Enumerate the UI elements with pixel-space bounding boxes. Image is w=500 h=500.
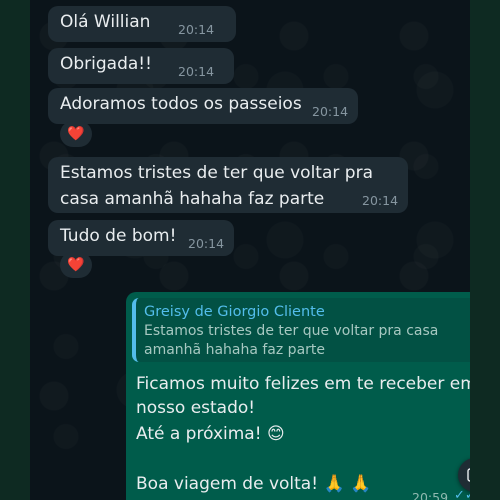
message-time: 20:14 bbox=[362, 193, 399, 208]
reaction-badge[interactable]: ❤️ bbox=[60, 252, 92, 278]
reaction-badge[interactable]: ❤️ bbox=[60, 121, 92, 147]
message-text: Tudo de bom! bbox=[60, 226, 177, 246]
quoted-text: Estamos tristes de ter que voltar pra ca… bbox=[144, 323, 439, 358]
message-text: Olá Willian bbox=[60, 12, 151, 32]
message-bubble[interactable]: Estamos tristes de ter que voltar pra ca… bbox=[48, 157, 408, 213]
quoted-author: Greisy de Giorgio Cliente bbox=[144, 304, 325, 320]
message-bubble[interactable]: Tudo de bom! 20:14 bbox=[48, 220, 234, 256]
message-time: 20:14 bbox=[312, 104, 349, 119]
chat-area: Olá Willian 20:14 Obrigada!! 20:14 Adora… bbox=[30, 0, 470, 500]
message-text: Adoramos todos os passeios bbox=[60, 94, 302, 114]
reply-line: nosso estado! bbox=[136, 398, 256, 418]
message-time: 20:59 bbox=[412, 490, 449, 500]
message-bubble[interactable]: Obrigada!! 20:14 bbox=[48, 48, 234, 84]
outgoing-message-bubble[interactable]: Greisy de Giorgio Cliente Estamos triste… bbox=[126, 292, 470, 500]
heart-icon: ❤️ bbox=[67, 126, 85, 142]
message-text: Obrigada!! bbox=[60, 54, 152, 74]
reply-line: Boa viagem de volta! 🙏 🙏 bbox=[136, 474, 372, 494]
reply-line: Ficamos muito felizes em te receber em bbox=[136, 374, 470, 394]
message-time: 20:14 bbox=[178, 64, 215, 79]
message-bubble[interactable]: Adoramos todos os passeios 20:14 bbox=[48, 88, 358, 124]
message-time: 20:14 bbox=[188, 236, 225, 251]
right-frame bbox=[470, 0, 500, 500]
left-frame bbox=[0, 0, 30, 500]
message-bubble[interactable]: Olá Willian 20:14 bbox=[48, 6, 236, 42]
heart-icon: ❤️ bbox=[67, 257, 85, 273]
quoted-message[interactable]: Greisy de Giorgio Cliente Estamos triste… bbox=[132, 298, 470, 362]
message-text: Estamos tristes de ter que voltar pra ca… bbox=[60, 163, 373, 209]
message-time: 20:14 bbox=[178, 22, 215, 37]
reply-line: Até a próxima! 😊 bbox=[136, 424, 285, 444]
